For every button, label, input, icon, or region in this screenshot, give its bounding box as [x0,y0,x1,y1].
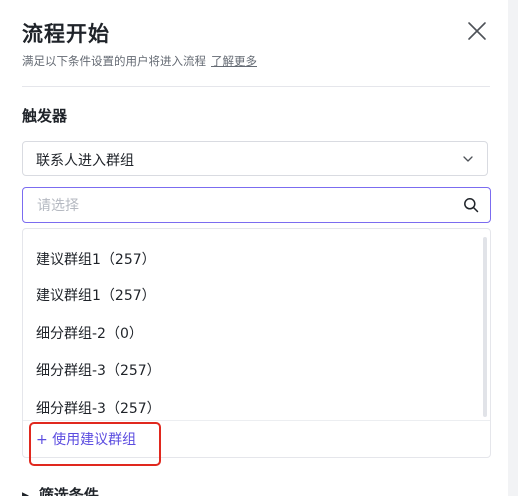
trigger-select[interactable]: 联系人进入群组 [22,141,488,176]
list-item[interactable]: 细分群组-3（257） [36,360,161,380]
learn-more-link[interactable]: 了解更多 [211,54,257,68]
trigger-select-value: 联系人进入群组 [36,153,134,169]
annotation-highlight-box [29,422,161,466]
dropdown-footer-divider [23,420,490,421]
header-divider [22,86,490,87]
group-search-input[interactable] [35,195,459,217]
trigger-label: 触发器 [22,107,68,125]
list-item[interactable]: 细分群组-3（257） [36,398,161,418]
list-item[interactable]: 建议群组1（257） [36,249,156,269]
list-item[interactable]: 细分群组-2（0） [36,323,143,343]
search-icon[interactable] [463,197,479,213]
group-search-field[interactable] [22,187,491,223]
subtitle-text: 满足以下条件设置的用户将进入流程 [22,54,206,68]
close-icon [468,22,486,40]
close-button[interactable] [466,20,488,42]
list-item[interactable]: 建议群组1（257） [36,285,156,305]
panel-subtitle: 满足以下条件设置的用户将进入流程 了解更多 [22,53,257,69]
filter-conditions-toggle[interactable]: ▶ 筛选条件 [22,484,99,496]
flow-start-panel: 流程开始 满足以下条件设置的用户将进入流程了解更多 触发器 联系人进入群组 建议… [0,0,508,496]
dropdown-scrollbar[interactable] [483,237,487,417]
chevron-down-icon [463,156,473,162]
filter-conditions-label: 筛选条件 [38,486,99,496]
caret-right-icon: ▶ [22,491,29,496]
panel-title: 流程开始 [22,22,110,46]
